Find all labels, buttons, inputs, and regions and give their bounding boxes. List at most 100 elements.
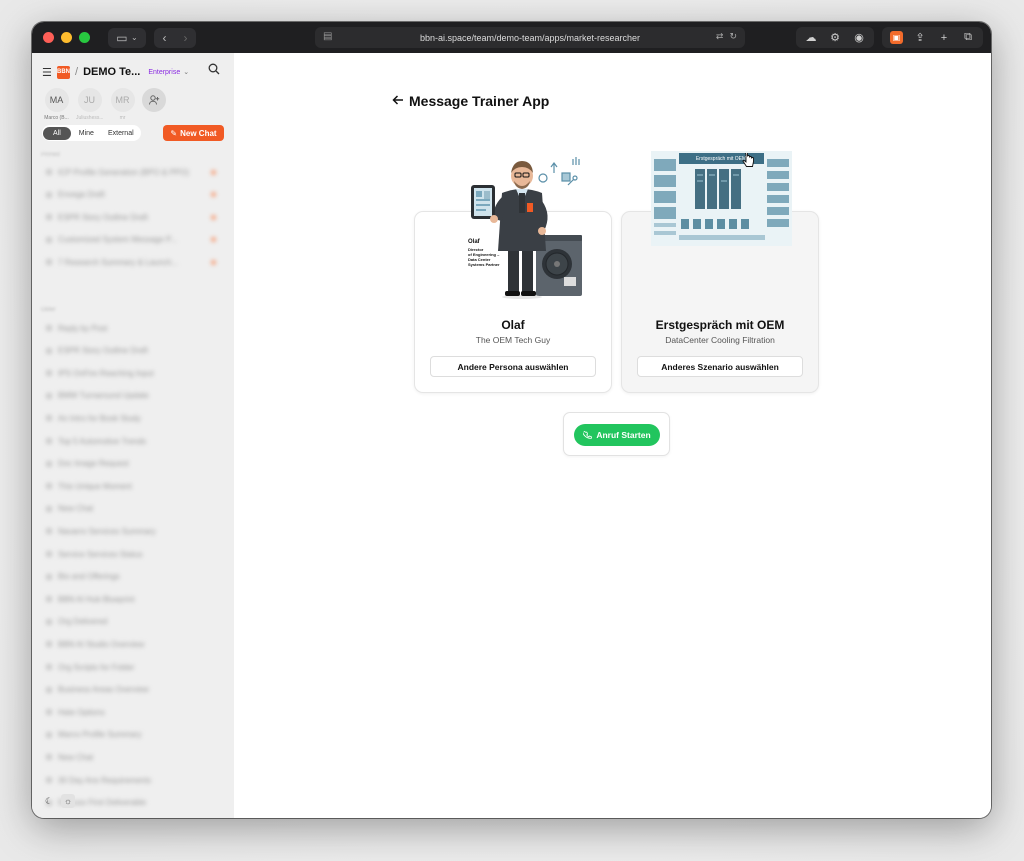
chat-list-item[interactable]: ESPR Story Outline Draft bbox=[46, 346, 216, 356]
history-nav: ‹ › bbox=[154, 27, 196, 48]
avatar: MA bbox=[44, 88, 69, 112]
chat-list-item[interactable]: Customized System Message P... bbox=[46, 235, 216, 245]
chat-title: Reply by Post bbox=[58, 323, 108, 333]
theme-toggle: ☾ ☼ bbox=[42, 794, 75, 808]
chat-title: Bio and Offerings bbox=[58, 572, 120, 582]
cloud-icon[interactable]: ☁ bbox=[804, 31, 818, 45]
camera-icon[interactable]: ▣ bbox=[890, 31, 903, 44]
filter-mine[interactable]: Mine bbox=[73, 127, 100, 140]
member-avatar[interactable]: MA Marco (B... bbox=[43, 88, 70, 121]
chat-list-item[interactable]: Business Areas Overview bbox=[46, 685, 216, 695]
avatar-name: Juliushess... bbox=[76, 115, 103, 121]
chat-list-item[interactable]: New Chat bbox=[46, 752, 216, 762]
chat-title: BBN AI Hub Blueprint bbox=[58, 594, 135, 604]
chat-list-item[interactable]: ICP Profile Generation (BPO & PPO) bbox=[46, 167, 216, 177]
page-content: ☰ BBN / DEMO Te... Enterprise ⌄ MA Marco… bbox=[32, 53, 991, 818]
chat-list-item[interactable]: Top 5 Automotive Trends bbox=[46, 436, 216, 446]
back-button[interactable]: ‹ bbox=[163, 31, 167, 45]
sidebar-header: ☰ BBN / DEMO Te... Enterprise ⌄ bbox=[42, 63, 226, 81]
chat-icon bbox=[46, 686, 52, 693]
persona-subtitle: The OEM Tech Guy bbox=[475, 335, 551, 345]
team-name[interactable]: DEMO Te... bbox=[83, 66, 140, 78]
gear-icon[interactable]: ⚙ bbox=[828, 31, 842, 45]
chat-list-item[interactable]: IPS OnFire Reaching Input bbox=[46, 368, 216, 378]
page-header: Message Trainer App bbox=[392, 93, 549, 109]
chat-icon bbox=[46, 596, 52, 603]
forward-button[interactable]: › bbox=[184, 31, 188, 45]
sidebar-toggle-button[interactable]: ▭ ⌄ bbox=[108, 27, 146, 48]
address-bar[interactable]: ▤ bbn-ai.space/team/demo-team/apps/marke… bbox=[315, 27, 745, 48]
minimize-window-button[interactable] bbox=[61, 32, 72, 43]
translate-icon[interactable]: ⇄ bbox=[716, 31, 724, 42]
chat-list-item[interactable]: An Intro for Book Study bbox=[46, 413, 216, 423]
chat-list-item[interactable]: New Chat bbox=[46, 504, 216, 514]
maximize-window-button[interactable] bbox=[79, 32, 90, 43]
chat-list-item[interactable]: Org Delivered bbox=[46, 617, 216, 627]
chat-list-item[interactable]: Envega Draft bbox=[46, 190, 216, 200]
chat-list-item[interactable]: 7 Research Summary & Launch... bbox=[46, 257, 216, 267]
moon-icon[interactable]: ☾ bbox=[42, 794, 56, 808]
scenario-subtitle: DataCenter Cooling Filtration bbox=[665, 335, 775, 345]
chat-icon bbox=[46, 214, 52, 221]
chat-icon bbox=[46, 573, 52, 580]
chat-icon bbox=[46, 460, 52, 467]
chat-icon bbox=[46, 664, 52, 670]
sidebar: ☰ BBN / DEMO Te... Enterprise ⌄ MA Marco… bbox=[32, 53, 234, 818]
chat-icon bbox=[46, 754, 52, 761]
sun-icon[interactable]: ☼ bbox=[61, 794, 75, 808]
chat-filter: All Mine External bbox=[42, 125, 141, 141]
edit-icon: ✎ bbox=[170, 128, 178, 138]
chat-list-item[interactable]: BBN AI Studio Overview bbox=[46, 639, 216, 649]
page-settings-icon[interactable]: ▤ bbox=[323, 31, 333, 43]
member-avatar[interactable]: JU Juliushess... bbox=[76, 88, 103, 121]
chat-title: ESPR Story Outline Draft bbox=[58, 212, 148, 222]
sidebar-icon: ▭ bbox=[116, 30, 128, 45]
filter-all[interactable]: All bbox=[43, 126, 71, 140]
chat-icon bbox=[46, 777, 52, 783]
change-persona-button[interactable]: Andere Persona auswählen bbox=[430, 356, 596, 377]
extension-icon[interactable]: ◉ bbox=[852, 31, 866, 45]
chat-title: Envega Draft bbox=[58, 190, 105, 200]
chat-list-item[interactable]: 30 Day Ans Requirements bbox=[46, 775, 216, 785]
filter-external[interactable]: External bbox=[102, 127, 140, 140]
menu-icon[interactable]: ☰ bbox=[42, 66, 52, 79]
share-icon[interactable]: ⇪ bbox=[913, 31, 927, 45]
chat-list-item[interactable]: Marco Profile Summary bbox=[46, 730, 216, 740]
persona-caption-line: Systems Partner bbox=[468, 262, 500, 267]
chat-list-item[interactable]: Reply by Post bbox=[46, 323, 216, 333]
chat-list-item[interactable]: Bio and Offerings bbox=[46, 572, 216, 582]
back-arrow-icon[interactable] bbox=[392, 93, 404, 109]
chevron-down-icon[interactable]: ⌄ bbox=[183, 68, 189, 76]
tech-icons bbox=[538, 157, 580, 186]
chat-title: An Intro for Book Study bbox=[58, 413, 141, 423]
chat-title: Org Delivered bbox=[58, 617, 108, 627]
chat-list-item[interactable]: This Unique Moment bbox=[46, 481, 216, 491]
chat-title: Customized System Message P... bbox=[58, 235, 178, 245]
tab-overview-icon[interactable]: ⧉ bbox=[961, 31, 975, 45]
chat-list-item[interactable]: Hate Options bbox=[46, 707, 216, 717]
chat-title: IPS OnFire Reaching Input bbox=[58, 368, 154, 378]
chat-list-item[interactable]: ESPR Story Outline Draft bbox=[46, 212, 216, 222]
new-chat-button[interactable]: ✎ New Chat bbox=[163, 125, 224, 141]
avatar: JU bbox=[77, 88, 102, 112]
chat-list-item[interactable]: Org Scripts for Folder bbox=[46, 662, 216, 672]
chat-icon bbox=[46, 347, 52, 354]
chat-list-item[interactable]: Service Services Status bbox=[46, 549, 216, 559]
chat-list-item[interactable]: BBN AI Hub Blueprint bbox=[46, 594, 216, 604]
change-scenario-button[interactable]: Anderes Szenario auswählen bbox=[637, 356, 803, 377]
phone-icon bbox=[583, 430, 593, 439]
chat-list-item[interactable]: BMW Turnaround Update bbox=[46, 391, 216, 401]
chat-list-item[interactable]: Navarro Services Summary bbox=[46, 526, 216, 536]
add-member[interactable] bbox=[142, 88, 169, 121]
member-avatar[interactable]: MR mr bbox=[109, 88, 136, 121]
search-icon[interactable] bbox=[208, 63, 220, 78]
chat-icon bbox=[46, 236, 52, 243]
start-call-button[interactable]: Anruf Starten bbox=[574, 424, 660, 446]
page-title: Message Trainer App bbox=[409, 93, 550, 109]
avatar-name: Marco (B... bbox=[44, 115, 69, 121]
new-tab-icon[interactable]: + bbox=[937, 31, 951, 45]
toolbar-right: ☁ ⚙ ◉ ▣ ⇪ + ⧉ bbox=[796, 27, 983, 48]
chat-list-item[interactable]: Doc Image Request bbox=[46, 459, 216, 469]
reload-icon[interactable]: ↻ bbox=[729, 31, 737, 42]
close-window-button[interactable] bbox=[43, 32, 54, 43]
